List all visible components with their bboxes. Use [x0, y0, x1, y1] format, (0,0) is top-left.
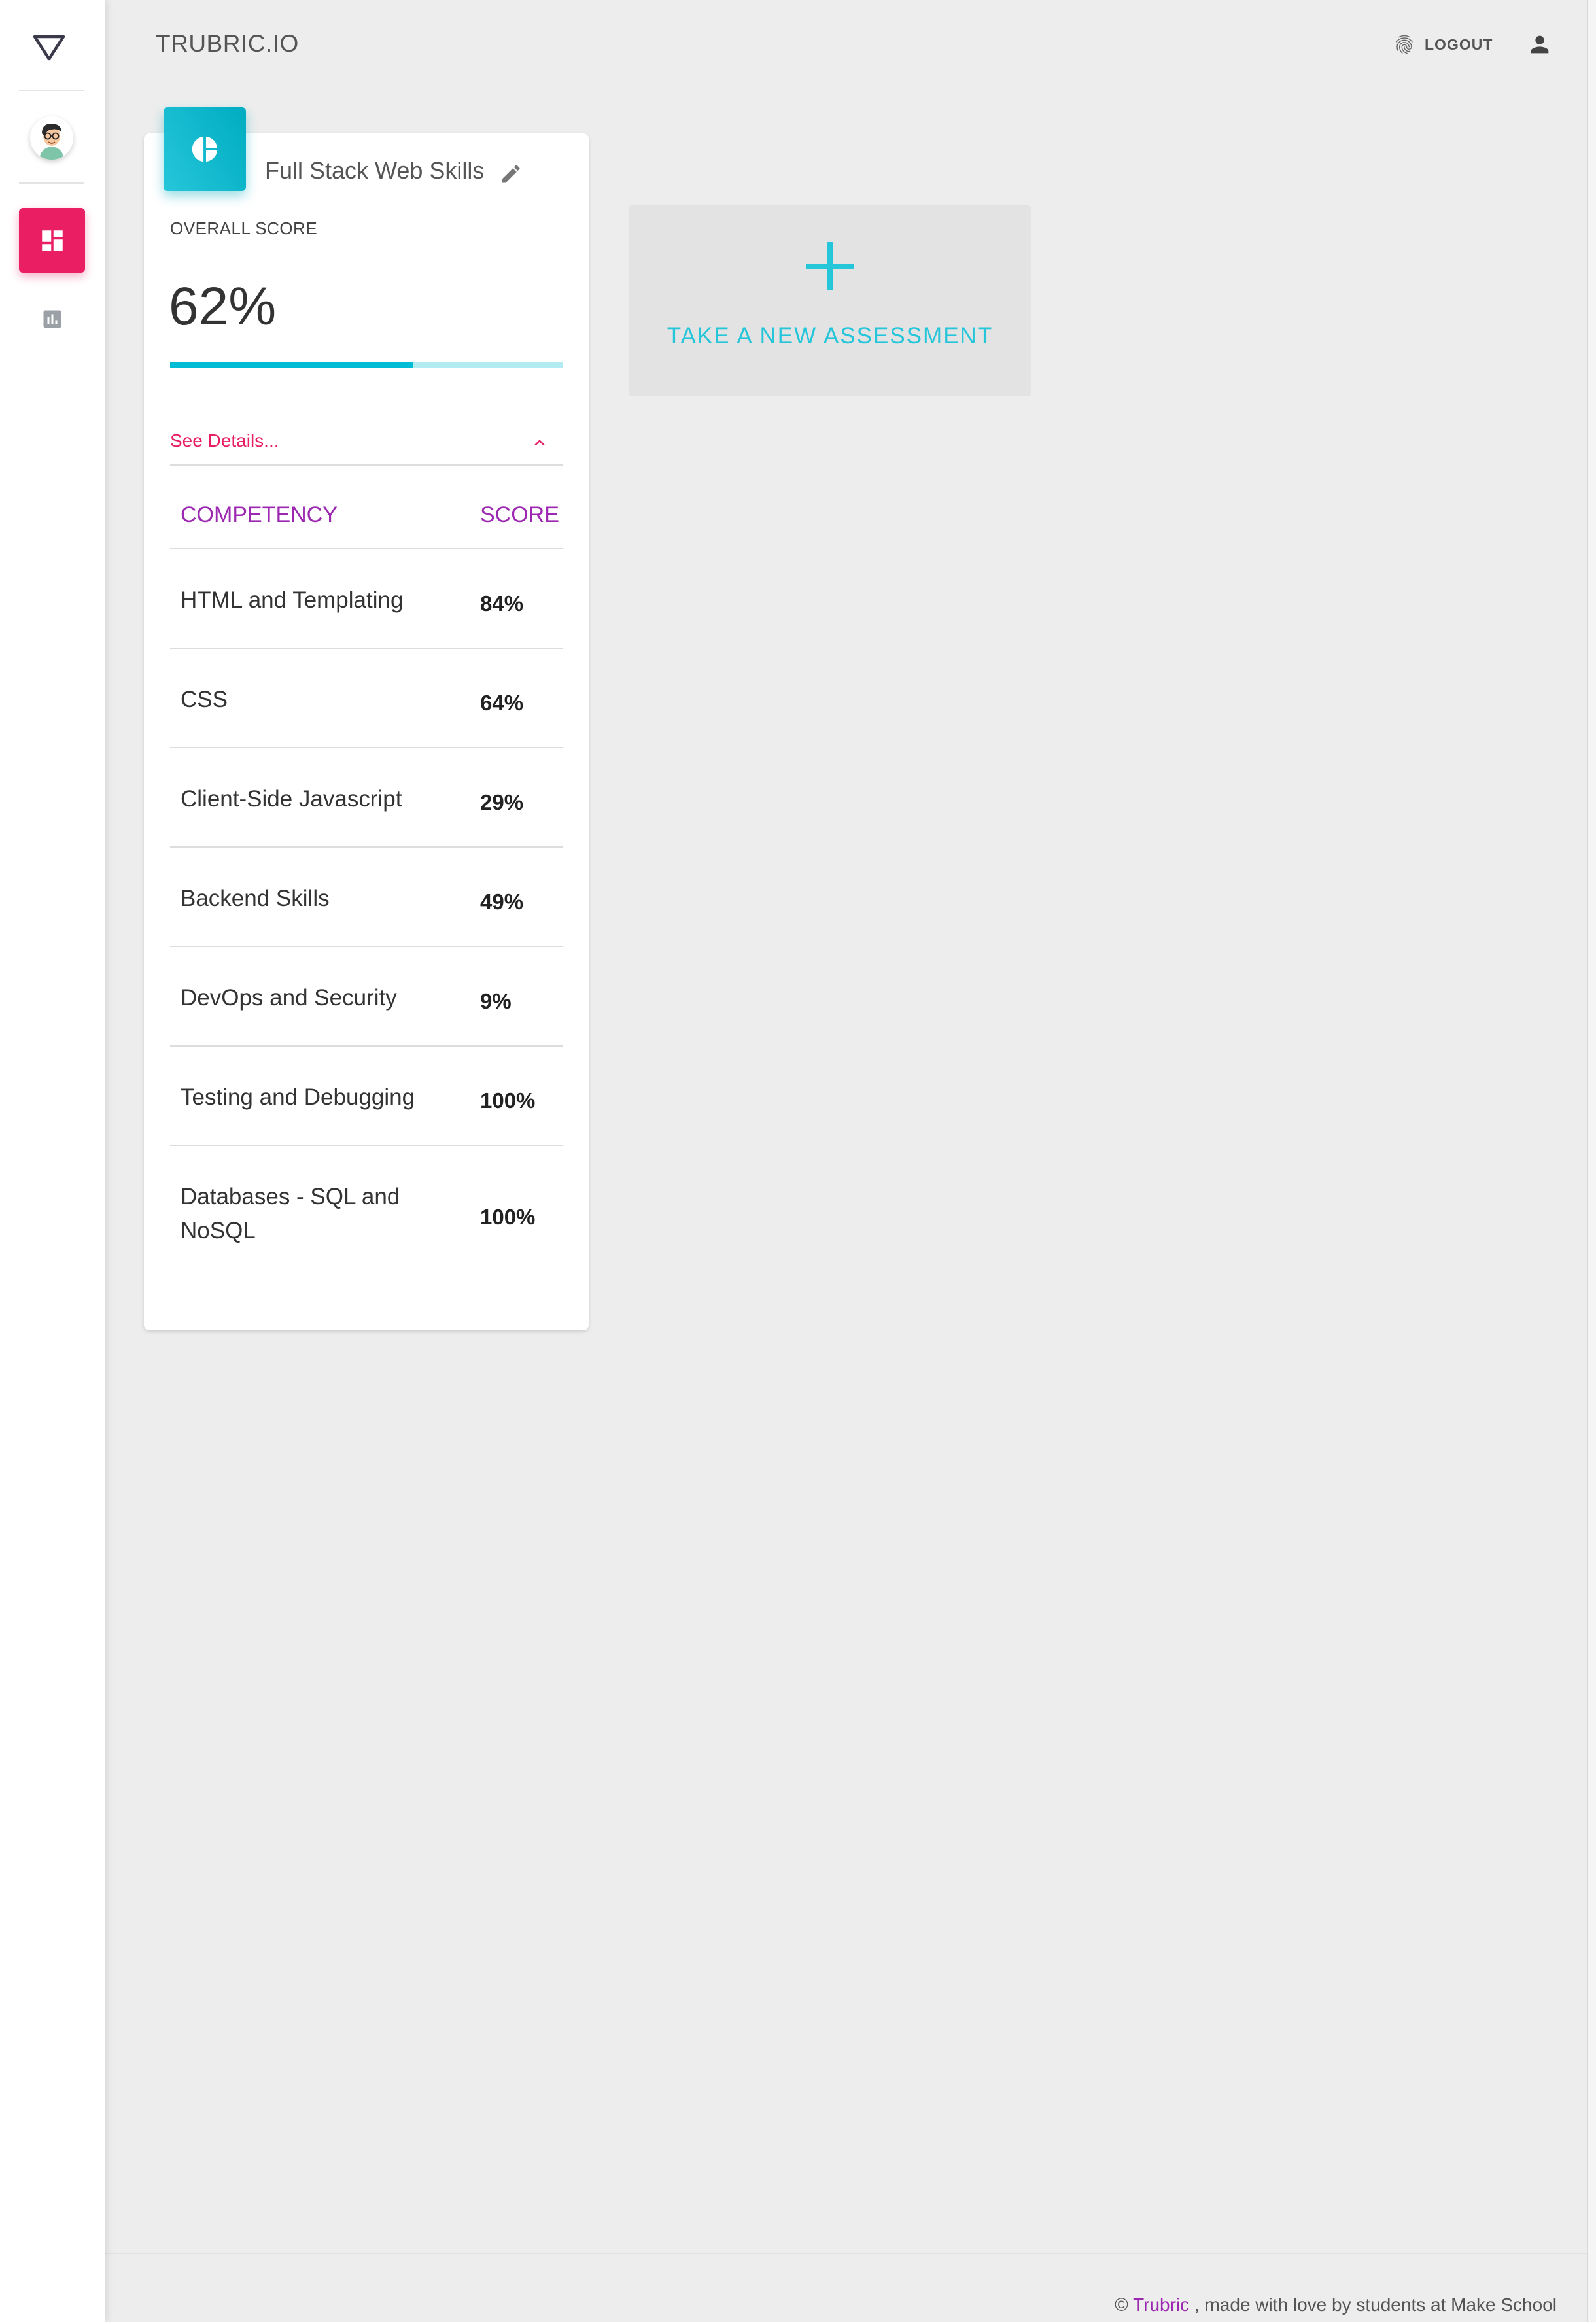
- sidebar-divider: [19, 182, 84, 184]
- competency-score: 49%: [480, 890, 524, 914]
- sidebar: [0, 0, 105, 2322]
- chevron-up-icon: [534, 440, 545, 446]
- footer-link-trubric[interactable]: Trubric: [1133, 2295, 1189, 2315]
- table-row: Testing and Debugging 100%: [170, 1047, 563, 1146]
- take-new-assessment-label: TAKE A NEW ASSESSMENT: [667, 323, 994, 349]
- competency-score: 29%: [480, 790, 524, 814]
- take-new-assessment-button[interactable]: TAKE A NEW ASSESSMENT: [629, 205, 1031, 396]
- table-row: Databases - SQL and NoSQL 100%: [170, 1146, 563, 1277]
- competency-score: 84%: [480, 591, 524, 615]
- competency-table: COMPETENCY SCORE HTML and Templating 84%…: [170, 466, 563, 1277]
- dashboard-icon: [41, 230, 63, 251]
- triangle-down-logo-icon[interactable]: [31, 33, 67, 61]
- competency-score: 64%: [480, 691, 524, 715]
- column-header-competency: COMPETENCY: [181, 502, 338, 527]
- competency-name: Testing and Debugging: [181, 1084, 415, 1110]
- scrollbar[interactable]: [1587, 0, 1596, 2322]
- table-header: COMPETENCY SCORE: [170, 466, 563, 549]
- assessment-title: Full Stack Web Skills: [265, 157, 485, 184]
- table-row: DevOps and Security 9%: [170, 947, 563, 1047]
- competency-name: Client-Side Javascript: [181, 786, 402, 812]
- copyright-symbol: ©: [1115, 2295, 1128, 2315]
- table-row: Client-Side Javascript 29%: [170, 748, 563, 848]
- bar-chart-icon[interactable]: [39, 307, 65, 331]
- competency-score: 9%: [480, 989, 512, 1013]
- pie-chart-icon: [192, 136, 218, 162]
- see-details-label: See Details...: [170, 430, 279, 451]
- logout-label: LOGOUT: [1425, 35, 1493, 53]
- table-row: HTML and Templating 84%: [170, 549, 563, 649]
- competency-name: CSS: [181, 687, 228, 712]
- footer: © Trubric , made with love by students a…: [1115, 2295, 1557, 2315]
- competency-name: HTML and Templating: [181, 587, 404, 613]
- table-row: Backend Skills 49%: [170, 848, 563, 947]
- competency-name: Databases - SQL and NoSQL: [181, 1184, 400, 1243]
- overall-progress-fill: [170, 362, 413, 368]
- sidebar-divider: [19, 90, 84, 91]
- brand-title[interactable]: TRUBRIC.IO: [156, 30, 299, 58]
- competency-name: Backend Skills: [181, 886, 330, 911]
- fingerprint-icon: [1396, 35, 1413, 54]
- card-header-icon: [164, 107, 246, 191]
- competency-score: 100%: [480, 1088, 536, 1113]
- overall-progress-bar: [170, 362, 563, 368]
- competency-score: 100%: [480, 1205, 536, 1229]
- column-header-score: SCORE: [480, 502, 559, 527]
- plus-icon: [806, 242, 854, 290]
- logout-button[interactable]: LOGOUT: [1393, 30, 1493, 59]
- pencil-icon[interactable]: [499, 162, 523, 186]
- footer-text: , made with love by students at Make Sch…: [1194, 2295, 1557, 2315]
- sidebar-item-dashboard[interactable]: [19, 208, 85, 273]
- overall-score-label: OVERALL SCORE: [170, 218, 318, 238]
- footer-divider: [105, 2253, 1587, 2254]
- table-row: CSS 64%: [170, 649, 563, 748]
- competency-name: DevOps and Security: [181, 985, 397, 1011]
- overall-score-value: 62%: [169, 277, 277, 336]
- avatar[interactable]: [30, 116, 73, 160]
- see-details-toggle[interactable]: See Details...: [170, 429, 563, 466]
- person-icon[interactable]: [1527, 31, 1553, 58]
